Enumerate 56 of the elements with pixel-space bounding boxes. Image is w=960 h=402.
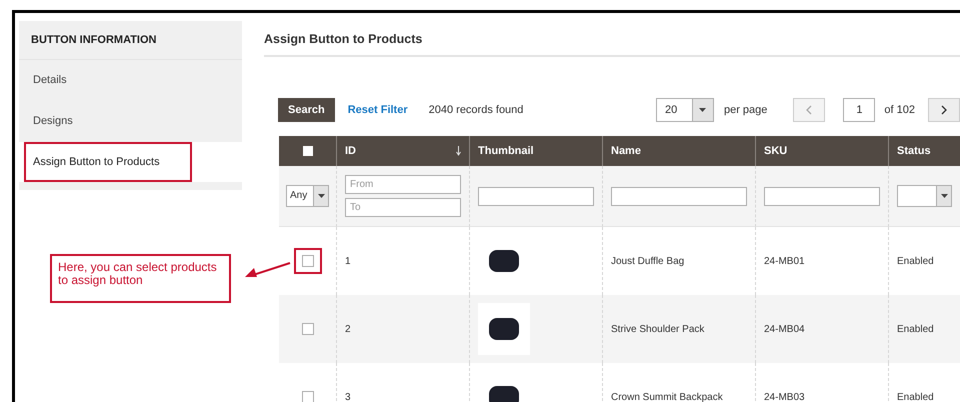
name-filter-field[interactable] <box>611 186 747 206</box>
per-page-label: per page <box>724 104 768 116</box>
row-checkbox[interactable] <box>302 391 314 402</box>
table-cell: 3 <box>345 392 351 402</box>
search-button[interactable]: Search <box>278 98 335 122</box>
row-checkbox[interactable] <box>302 255 314 267</box>
page-count: of 102 <box>884 104 915 116</box>
sidebar-title: BUTTON INFORMATION <box>19 21 242 60</box>
column-label: Status <box>897 145 931 157</box>
thumbnail-filter-field[interactable] <box>478 186 594 206</box>
table-cell: 24-MB04 <box>764 324 805 334</box>
column-header[interactable]: SKU <box>755 136 888 166</box>
records-count: 2040 records found <box>428 104 524 116</box>
callout-note: Here, you can select products to assign button <box>50 254 231 303</box>
table-cell: Enabled <box>897 324 934 334</box>
column-header[interactable]: ID <box>336 136 469 166</box>
photo-placeholder <box>489 318 519 340</box>
reset-filter-link[interactable]: Reset Filter <box>338 104 417 116</box>
column-header[interactable]: Thumbnail <box>469 136 602 166</box>
sidebar-item[interactable]: Designs <box>19 101 242 142</box>
table-cell: 1 <box>345 256 351 266</box>
id-to-field[interactable]: To <box>345 198 461 217</box>
arrow-icon <box>245 261 291 279</box>
caret-icon <box>940 194 948 198</box>
photo-placeholder <box>489 386 519 402</box>
column-label: ID <box>345 145 356 157</box>
table-cell: 2 <box>345 324 351 334</box>
chevron-left-icon <box>806 105 812 115</box>
caret-icon <box>318 194 324 198</box>
table-cell: Joust Duffle Bag <box>611 256 684 266</box>
chevron-right-icon <box>941 105 947 115</box>
sku-filter-field[interactable] <box>764 186 880 206</box>
column-label: SKU <box>764 145 788 157</box>
column-header[interactable]: Name <box>602 136 755 166</box>
status-select[interactable] <box>897 185 952 207</box>
table-cell: Enabled <box>897 256 934 266</box>
sidebar-item[interactable]: Details <box>19 60 242 101</box>
id-from-field[interactable]: From <box>345 175 461 194</box>
photo-placeholder <box>489 250 519 272</box>
table-cell: 24-MB01 <box>764 256 805 266</box>
table-cell: 24-MB03 <box>764 392 805 402</box>
table-cell: Crown Summit Backpack <box>611 392 723 402</box>
column-label: Name <box>611 145 641 157</box>
per-page-select[interactable]: 20 <box>656 98 714 122</box>
select-all-checkbox[interactable] <box>302 146 312 156</box>
caret-icon <box>699 108 706 112</box>
table-cell: Enabled <box>897 392 934 402</box>
column-header[interactable]: Status <box>888 136 960 166</box>
sidebar-item[interactable]: Assign Button to Products <box>24 142 192 182</box>
any-select[interactable]: Any <box>286 185 329 207</box>
column-label: Thumbnail <box>478 145 534 157</box>
row-checkbox[interactable] <box>302 323 314 335</box>
table-cell: Strive Shoulder Pack <box>611 324 704 334</box>
section-title: Assign Button to Products <box>264 13 960 57</box>
next-page-button[interactable] <box>928 98 960 122</box>
page-number-field[interactable]: 1 <box>843 98 876 122</box>
